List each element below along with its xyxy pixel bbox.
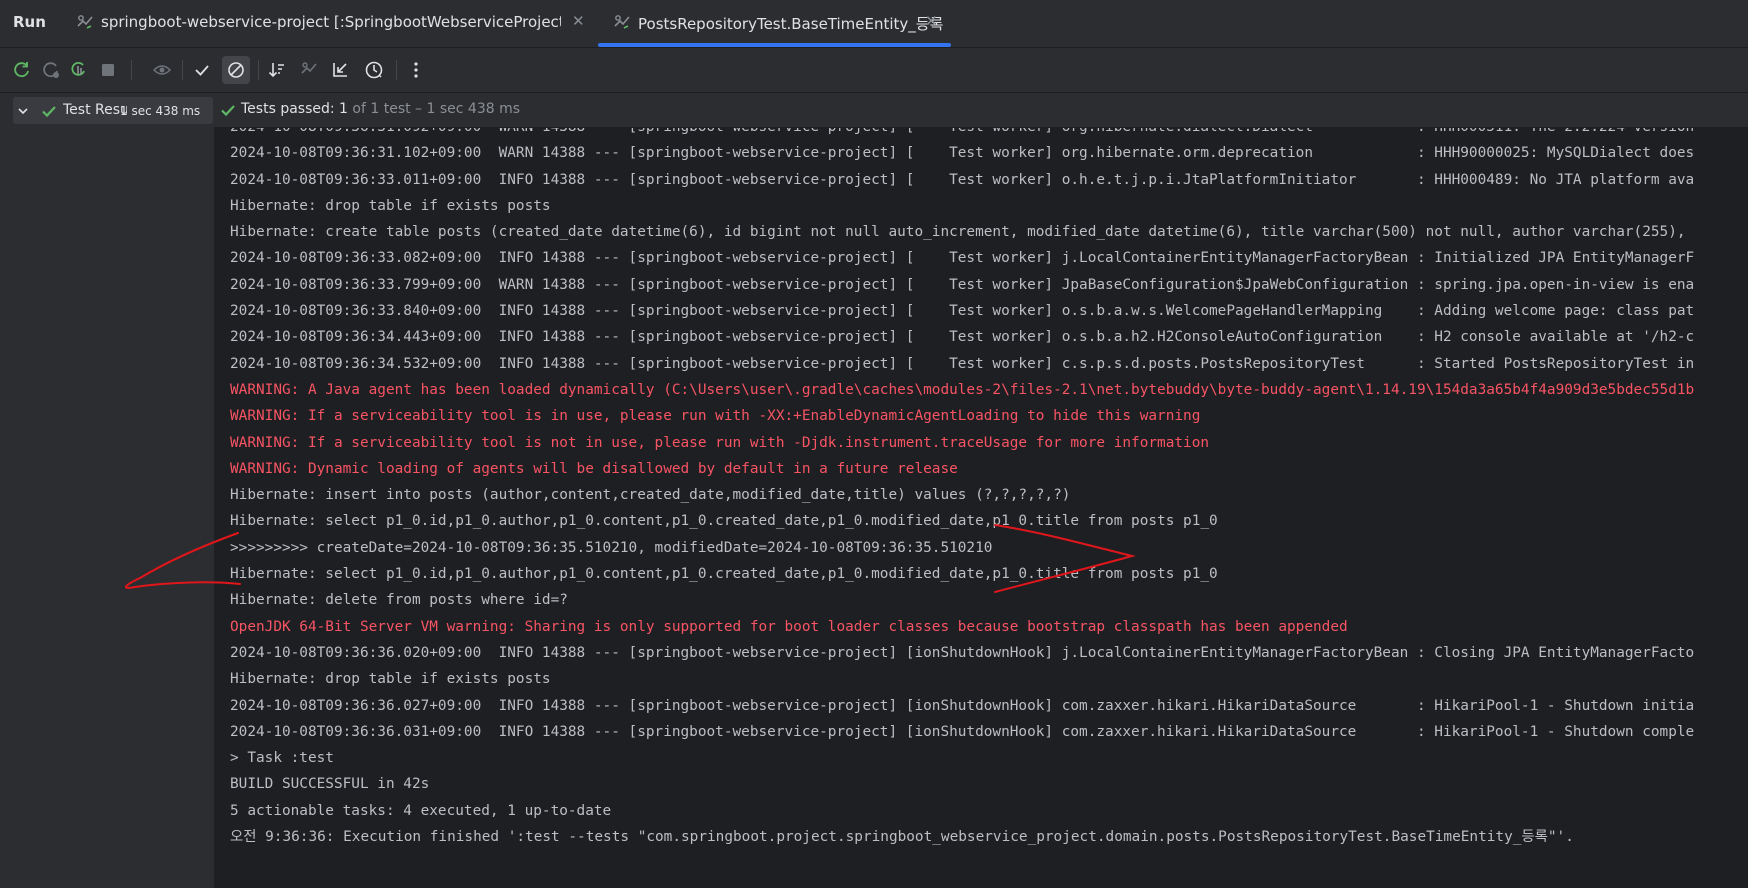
test-status-bar: Tests passed: 1 of 1 test – 1 sec 438 ms: [214, 93, 1748, 128]
console-line: Hibernate: select p1_0.id,p1_0.author,p1…: [230, 513, 1218, 530]
passed-check-icon: [221, 105, 235, 117]
toggle-auto-test-icon: [71, 61, 85, 76]
status-count: 1: [339, 101, 348, 117]
console-line: >>>>>>>>> createDate=2024-10-08T09:36:35…: [230, 539, 993, 556]
console-warning-line: WARNING: If a serviceability tool is not…: [230, 434, 1210, 451]
more-icon: [414, 62, 418, 78]
show-passed-tests-button[interactable]: [188, 56, 216, 84]
tests-passed-summary: Tests passed: 1 of 1 test – 1 sec 438 ms: [241, 101, 520, 117]
console-output[interactable]: 2024-10-08T09:36:31.092+09:00 WARN 14388…: [214, 128, 1748, 888]
tab-label: PostsRepositoryTest.BaseTimeEntity_등록: [638, 15, 944, 33]
run-toolbar: [0, 48, 1748, 93]
passed-check-icon: [42, 106, 56, 118]
status-sub: of 1 test – 1 sec 438 ms: [347, 101, 521, 117]
history-button[interactable]: [360, 56, 388, 84]
show-ignored-button[interactable]: [222, 56, 250, 84]
console-warning-line: WARNING: A Java agent has been loaded dy…: [230, 381, 1695, 398]
import-tests-icon: [301, 62, 317, 74]
stop-icon: [102, 64, 114, 76]
active-tab-indicator: [598, 43, 951, 47]
collapse-icon: [333, 63, 347, 77]
console-line: 2024-10-08T09:36:34.532+09:00 INFO 14388…: [230, 355, 1695, 372]
tab-posts-repository-test[interactable]: PostsRepositoryTest.BaseTimeEntity_등록 ✕: [613, 0, 951, 46]
console-line: Hibernate: select p1_0.id,p1_0.author,p1…: [230, 566, 1218, 583]
status-main: Tests passed:: [241, 101, 340, 117]
rerun-failed-button[interactable]: [37, 56, 65, 84]
console-line: 2024-10-08T09:36:34.443+09:00 INFO 14388…: [230, 329, 1695, 346]
console-line: 5 actionable tasks: 4 executed, 1 up-to-…: [230, 802, 612, 819]
tab-springboot-webservice-project[interactable]: springboot-webservice-project [:Springbo…: [76, 0, 586, 46]
test-tree: Test Results 1 sec 438 ms: [0, 93, 215, 888]
console-line: 2024-10-08T09:36:36.020+09:00 INFO 14388…: [230, 644, 1695, 661]
collapse-button[interactable]: [327, 56, 355, 84]
run-config-icon: [77, 15, 93, 29]
close-icon[interactable]: ✕: [925, 12, 938, 30]
show-passed-button[interactable]: [148, 56, 176, 84]
toolbar-separator: [258, 60, 259, 80]
ignored-icon: [228, 62, 244, 78]
console-line: 2024-10-08T09:36:31.092+09:00 WARN 14388…: [230, 128, 1694, 140]
console-line: 2024-10-08T09:36:33.799+09:00 WARN 14388…: [230, 276, 1695, 293]
console-line: Hibernate: drop table if exists posts: [230, 197, 551, 214]
test-config-icon: [614, 15, 630, 29]
test-results-node[interactable]: Test Results 1 sec 438 ms: [13, 97, 213, 124]
console-line: 2024-10-08T09:36:33.840+09:00 INFO 14388…: [230, 303, 1695, 320]
console-warning-line: WARNING: Dynamic loading of agents will …: [230, 460, 958, 477]
chevron-down-icon[interactable]: [17, 105, 29, 117]
toolbar-separator: [131, 60, 132, 80]
console-line: BUILD SUCCESSFUL in 42s: [230, 776, 430, 793]
test-duration: 1 sec 438 ms: [120, 104, 201, 118]
console-warning-line: OpenJDK 64-Bit Server VM warning: Sharin…: [230, 618, 1348, 635]
test-results-label: Test Results: [63, 102, 127, 118]
rerun-failed-icon: [43, 62, 59, 78]
console-line: Hibernate: create table posts (created_d…: [230, 224, 1686, 241]
console-line: Hibernate: insert into posts (author,con…: [230, 487, 1071, 504]
tab-label: springboot-webservice-project [:Springbo…: [101, 13, 561, 31]
toolbar-separator: [396, 60, 397, 80]
eye-icon: [152, 65, 172, 75]
console-line: Hibernate: drop table if exists posts: [230, 671, 551, 688]
close-icon[interactable]: ✕: [572, 12, 585, 30]
console-warning-line: WARNING: If a serviceability tool is in …: [230, 408, 1201, 425]
run-title: Run: [13, 13, 46, 31]
run-tool-window-tabbar: Run springboot-webservice-project [:Spri…: [0, 0, 1748, 48]
import-tests-button[interactable]: [296, 56, 324, 84]
console-line: 2024-10-08T09:36:36.027+09:00 INFO 14388…: [230, 697, 1695, 714]
toolbar-separator: [182, 60, 183, 80]
console-line: 2024-10-08T09:36:33.011+09:00 INFO 14388…: [230, 171, 1695, 188]
stop-button[interactable]: [94, 56, 122, 84]
history-icon: [365, 61, 383, 79]
rerun-icon: [14, 62, 29, 78]
console-lines: 2024-10-08T09:36:31.092+09:00 WARN 14388…: [230, 128, 1694, 850]
sort-button[interactable]: [263, 56, 291, 84]
rerun-button[interactable]: [8, 56, 36, 84]
console-line: 2024-10-08T09:36:31.102+09:00 WARN 14388…: [230, 145, 1695, 162]
sort-icon: [268, 63, 284, 78]
more-options-button[interactable]: [402, 56, 430, 84]
console-line: > Task :test: [230, 750, 334, 767]
console-line: 2024-10-08T09:36:33.082+09:00 INFO 14388…: [230, 250, 1695, 267]
console-line: Hibernate: delete from posts where id=?: [230, 592, 568, 609]
toggle-auto-test-button[interactable]: [65, 56, 93, 84]
checkmark-icon: [195, 65, 209, 76]
console-line: 오전 9:36:36: Execution finished ':test --…: [230, 829, 1574, 846]
console-line: 2024-10-08T09:36:36.031+09:00 INFO 14388…: [230, 723, 1695, 740]
